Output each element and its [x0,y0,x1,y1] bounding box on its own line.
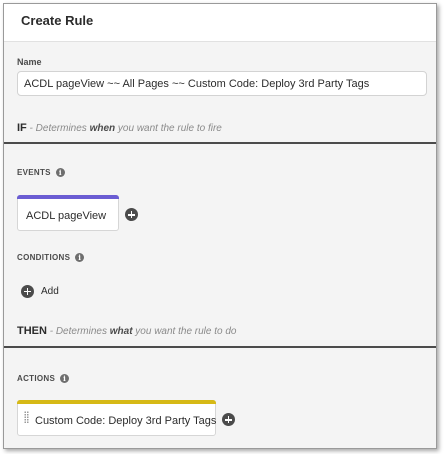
event-card-acdl-pageview[interactable]: ACDL pageView [17,195,119,231]
action-card-label: Custom Code: Deploy 3rd Party Tags [35,415,217,427]
add-event-button[interactable] [125,208,138,221]
rule-name-input[interactable] [17,71,427,96]
name-field-label: Name [17,57,42,67]
info-icon[interactable]: i [75,253,85,262]
if-desc-emph: when [89,123,116,134]
action-card-custom-code[interactable]: Custom Code: Deploy 3rd Party Tags [17,400,216,436]
then-keyword: THEN [17,325,47,337]
if-section-header: IF - Determines when you want the rule t… [17,122,222,134]
page-title: Create Rule [21,13,94,28]
action-card-accent [17,400,216,404]
conditions-label-text: CONDITIONS [17,253,71,262]
event-card-label: ACDL pageView [26,210,107,222]
event-card-accent [17,195,119,199]
add-action-button[interactable] [222,413,235,426]
panel-header: Create Rule [4,4,436,42]
create-rule-panel: Create Rule Name IF - Determines when yo… [3,3,437,449]
info-icon[interactable]: i [55,168,65,177]
then-divider [4,346,436,348]
add-condition-button[interactable]: Add [21,283,59,299]
add-condition-label: Add [41,285,59,297]
events-label-text: EVENTS [17,168,51,177]
events-label: EVENTS i [17,168,65,177]
if-divider [4,142,436,144]
if-desc-pre: - Determines [26,123,90,134]
info-icon[interactable]: i [60,374,70,383]
drag-handle-icon[interactable] [24,411,29,424]
then-desc-post: you want the rule to do [132,326,237,337]
conditions-label: CONDITIONS i [17,253,85,262]
if-desc-post: you want the rule to fire [115,123,222,134]
actions-label: ACTIONS i [17,374,70,383]
actions-label-text: ACTIONS [17,374,56,383]
then-section-header: THEN - Determines what you want the rule… [17,325,237,337]
plus-circle-icon [21,284,34,298]
then-desc-emph: what [109,326,133,337]
then-desc-pre: - Determines [46,326,110,337]
if-keyword: IF [17,122,27,134]
